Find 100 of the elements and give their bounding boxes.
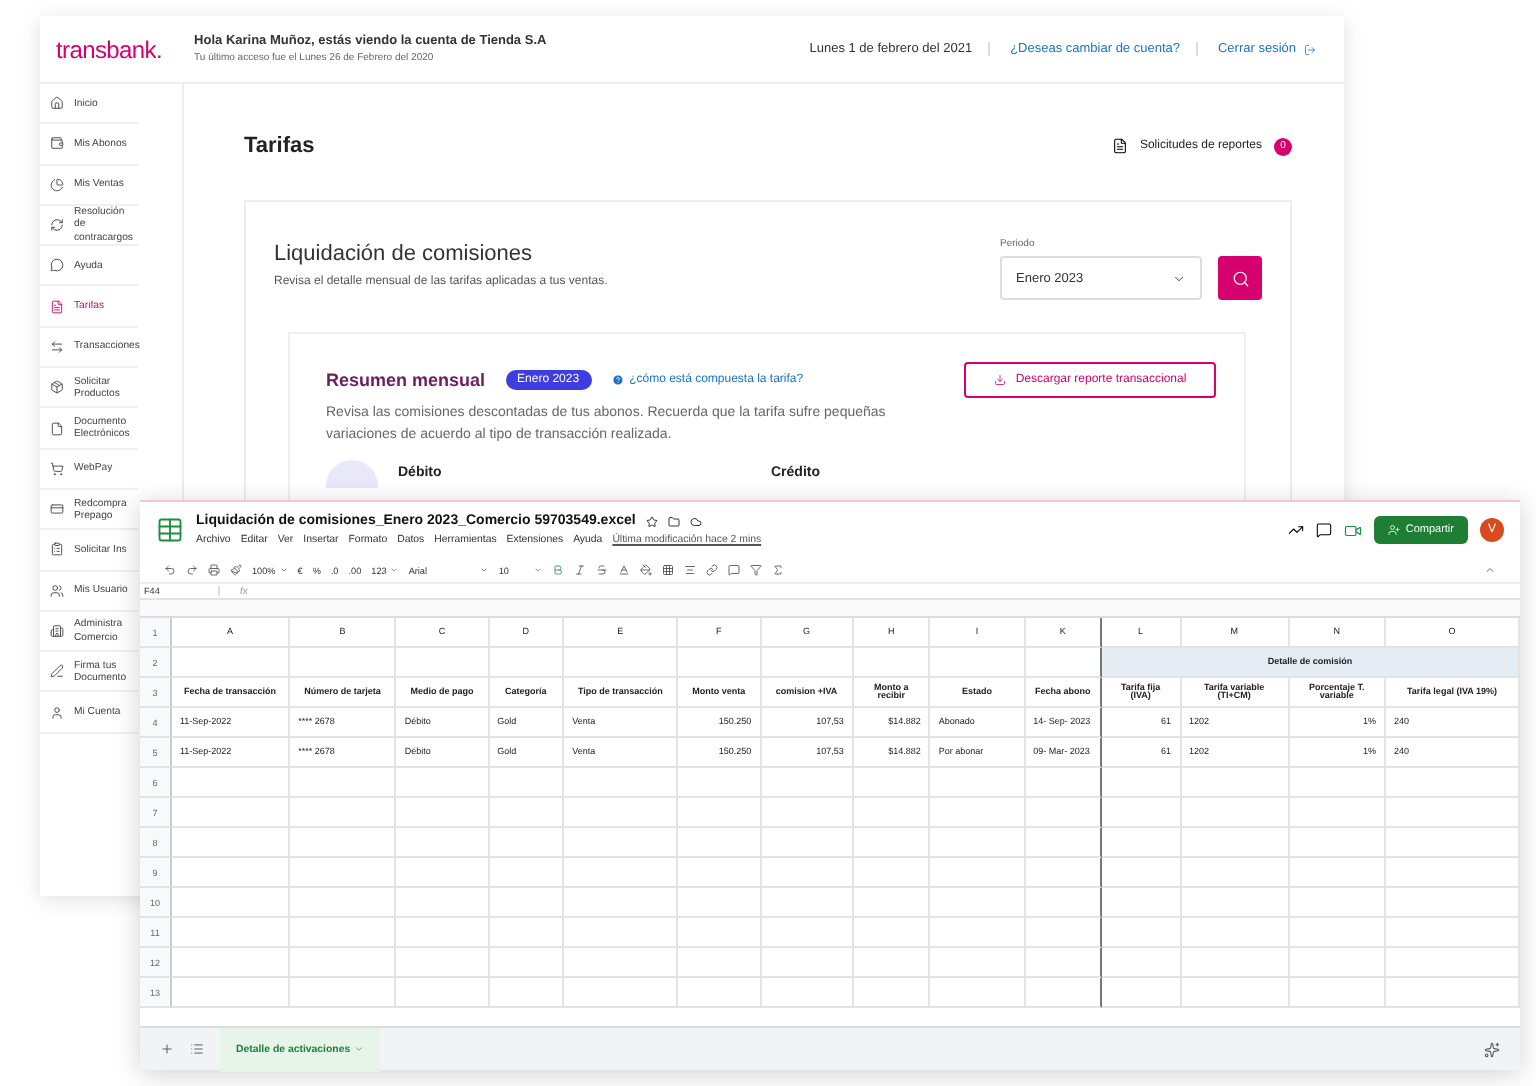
search-button[interactable] (1218, 256, 1262, 300)
strikethrough-icon[interactable] (596, 564, 609, 576)
table-cell (1289, 828, 1386, 858)
table-cell (1385, 828, 1520, 858)
table-cell (1181, 768, 1290, 798)
folder-icon[interactable] (667, 515, 680, 527)
table-cell (290, 918, 397, 948)
clipboard-icon (50, 542, 64, 557)
table-cell (853, 828, 931, 858)
table-cell (1102, 768, 1181, 798)
table-cell (930, 888, 1026, 918)
table-cell (489, 828, 565, 858)
table-cell (930, 768, 1026, 798)
table-cell (396, 888, 490, 918)
table-cell (489, 888, 565, 918)
table-cell (1025, 948, 1103, 978)
table-cell (1025, 798, 1103, 828)
search-icon (1231, 269, 1249, 287)
table-cell (678, 888, 762, 918)
table-cell (853, 888, 931, 918)
table-cell (853, 768, 931, 798)
card-title: Liquidación de comisiones (274, 242, 535, 266)
table-cell (1102, 918, 1181, 948)
document-icon (1111, 138, 1128, 154)
table-cell (761, 918, 854, 948)
chat-icon (50, 258, 64, 273)
table-cell (489, 948, 565, 978)
table-cell (290, 828, 397, 858)
table-cell (853, 858, 931, 888)
cloud-icon[interactable] (689, 515, 702, 527)
table-cell (489, 978, 565, 1008)
filter-icon[interactable] (750, 564, 763, 576)
table-cell (172, 768, 291, 798)
table-cell (290, 888, 397, 918)
redo-icon[interactable] (186, 564, 198, 576)
borders-icon[interactable] (662, 564, 675, 576)
table-cell (396, 918, 490, 948)
table-cell (761, 858, 854, 888)
table-cell (1181, 948, 1290, 978)
table-cell (678, 798, 762, 828)
table-cell (564, 978, 679, 1008)
explore-icon[interactable] (1484, 1041, 1500, 1057)
table-cell (853, 948, 931, 978)
table-cell (1385, 918, 1520, 948)
link-icon[interactable] (706, 564, 719, 576)
caret-icon (354, 1044, 365, 1054)
table-cell (1102, 978, 1181, 1008)
table-cell (853, 798, 931, 828)
table-cell (489, 798, 565, 828)
table-cell (396, 978, 490, 1008)
align-icon[interactable] (684, 564, 697, 576)
paint-format-icon[interactable] (230, 564, 242, 576)
table-cell (1289, 978, 1386, 1008)
table-cell (564, 858, 679, 888)
pen-icon (50, 664, 64, 679)
italic-icon[interactable] (574, 564, 587, 576)
table-cell (1025, 828, 1103, 858)
table-cell (678, 858, 762, 888)
video-icon[interactable] (1343, 521, 1362, 539)
table-cell (172, 858, 291, 888)
table-cell (1025, 918, 1103, 948)
functions-icon[interactable] (772, 564, 785, 576)
table-cell (1181, 828, 1290, 858)
table-cell (172, 798, 291, 828)
fill-color-icon[interactable] (640, 564, 653, 576)
table-cell (1181, 798, 1290, 828)
table-cell (761, 768, 854, 798)
table-cell (1102, 888, 1181, 918)
user-icon (50, 705, 64, 720)
comment-icon[interactable] (1315, 522, 1332, 538)
text-color-icon[interactable] (618, 564, 631, 576)
file-icon (50, 421, 64, 436)
table-cell (172, 948, 291, 978)
table-cell (1102, 948, 1181, 978)
table-cell (172, 918, 291, 948)
star-icon[interactable] (645, 515, 658, 527)
table-cell (396, 768, 490, 798)
table-cell (290, 768, 397, 798)
help-icon (611, 374, 624, 386)
users-icon (50, 583, 64, 598)
table-cell (564, 828, 679, 858)
table-cell (489, 768, 565, 798)
table-cell (1181, 918, 1290, 948)
table-cell (761, 888, 854, 918)
table-cell (1385, 798, 1520, 828)
refresh-icon (50, 218, 64, 233)
card-icon (50, 502, 64, 517)
undo-icon[interactable] (164, 564, 176, 576)
trend-icon[interactable] (1287, 522, 1304, 538)
download-icon (993, 374, 1006, 386)
table-cell (678, 918, 762, 948)
print-icon[interactable] (208, 564, 220, 576)
table-cell (1025, 888, 1103, 918)
table-cell (678, 948, 762, 978)
package-icon (50, 380, 64, 395)
caret-icon (1172, 271, 1186, 285)
spreadsheet-icon (156, 516, 184, 544)
table-cell (853, 918, 931, 948)
table-cell (489, 858, 565, 888)
table-cell (290, 858, 397, 888)
